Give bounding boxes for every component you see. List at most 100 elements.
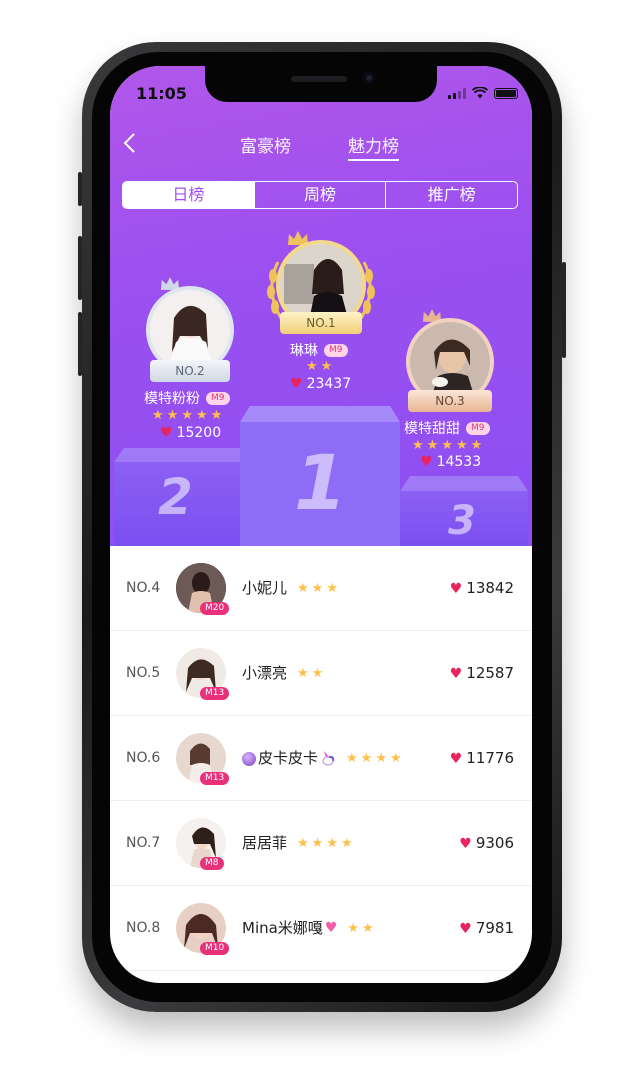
level-badge: M13	[200, 687, 230, 700]
star-icon: ★	[346, 751, 358, 766]
username: 小漂亮	[242, 664, 288, 682]
list-name-group: Mina米娜嘎 ♥ ★ ★	[242, 886, 374, 971]
sparkling-heart-icon: ♥	[324, 920, 338, 936]
speaker	[291, 76, 347, 82]
level-badge: M20	[200, 602, 230, 615]
likes: ♥ 11776	[450, 716, 514, 802]
star-icon: ★	[470, 438, 483, 453]
list-item[interactable]: NO.6 M13 皮卡皮卡 ★ ★ ★ ★ ♥ 11776	[110, 716, 532, 801]
stars: ★ ★	[297, 667, 323, 680]
star-icon: ★	[166, 408, 179, 423]
star-icon: ★	[340, 836, 353, 851]
star-icon: ★	[311, 666, 324, 681]
star-icon: ★	[412, 438, 424, 453]
star-icon: ★	[326, 581, 338, 596]
top-nav: 富豪榜 魅力榜	[110, 126, 532, 166]
star-icon: ★	[297, 836, 309, 851]
wifi-icon	[472, 87, 488, 99]
heart-icon: ♥	[290, 376, 303, 392]
likes-count: 15200	[176, 425, 222, 441]
tab-charm-list[interactable]: 魅力榜	[348, 132, 399, 161]
star-icon: ★	[389, 751, 402, 766]
list-item[interactable]: NO.4 M20 小妮儿 ★ ★ ★ ♥ 13842	[110, 546, 532, 631]
likes-count: 11776	[466, 749, 514, 767]
period-segmented-control: 日榜 周榜 推广榜	[122, 181, 518, 209]
podium-number-3: 3	[448, 498, 476, 544]
status-time: 11:05	[136, 84, 187, 103]
podium-number-1: 1	[294, 438, 347, 527]
segment-daily[interactable]: 日榜	[123, 182, 255, 208]
heart-icon: ♥	[449, 581, 463, 597]
star-icon: ★	[210, 408, 223, 423]
list-item[interactable]: NO.5 M13 小漂亮 ★ ★ ♥ 12587	[110, 631, 532, 716]
power-button	[562, 262, 566, 358]
star-icon: ★	[181, 408, 193, 423]
star-icon: ★	[455, 438, 468, 453]
stars: ★ ★	[347, 922, 373, 935]
likes-count: 23437	[306, 376, 352, 392]
heart-icon: ♥	[459, 836, 472, 852]
username: Mina米娜嘎	[242, 919, 323, 937]
likes: ♥ 7981	[459, 886, 514, 972]
likes: ♥ 13842	[450, 546, 514, 632]
likes-count: 14533	[436, 454, 482, 470]
list-name-group: 小漂亮 ★ ★	[242, 631, 323, 716]
ranking-list: NO.4 M20 小妮儿 ★ ★ ★ ♥ 13842 NO.5 M13 小漂亮 ★ ★ …	[110, 546, 532, 971]
level-badge: M13	[200, 772, 230, 785]
star-icon: ★	[347, 921, 360, 936]
star-icon: ★	[297, 666, 309, 681]
likes-count: 13842	[466, 579, 514, 597]
stars-first: ★ ★	[306, 360, 332, 373]
likes-third: ♥ 14533	[420, 454, 481, 470]
stars: ★ ★ ★	[297, 582, 338, 595]
level-badge: M9	[324, 343, 348, 357]
level-badge: M9	[206, 391, 230, 405]
username: 模特粉粉	[144, 391, 200, 407]
cellular-signal-icon	[448, 87, 466, 99]
stars: ★ ★ ★ ★	[297, 837, 353, 850]
username-group: Mina米娜嘎 ♥	[242, 886, 337, 971]
list-item[interactable]: NO.7 M8 居居菲 ★ ★ ★ ★ ♥ 9306	[110, 801, 532, 886]
battery-icon	[494, 87, 518, 99]
name-row-first: 琳琳 M9	[290, 340, 348, 360]
name-row-second: 模特粉粉 M9	[144, 388, 230, 408]
list-name-group: 居居菲 ★ ★ ★ ★	[242, 801, 353, 886]
star-icon: ★	[441, 438, 453, 453]
segment-weekly[interactable]: 周榜	[255, 182, 387, 208]
segment-promotion[interactable]: 推广榜	[386, 182, 517, 208]
likes-first: ♥ 23437	[290, 376, 351, 392]
chevron-left-icon[interactable]	[122, 132, 146, 156]
podium-number-2: 2	[158, 468, 193, 526]
star-icon: ★	[326, 836, 338, 851]
heart-icon: ♥	[160, 425, 173, 441]
star-icon: ★	[297, 581, 309, 596]
likes-count: 7981	[475, 919, 514, 937]
heart-icon: ♥	[420, 454, 433, 470]
likes-count: 9306	[475, 834, 514, 852]
star-icon: ★	[426, 438, 439, 453]
stars: ★ ★ ★ ★	[346, 752, 402, 765]
star-icon: ★	[362, 921, 374, 936]
level-badge: M10	[200, 942, 230, 955]
star-icon: ★	[311, 836, 324, 851]
rank-ribbon-third: NO.3	[408, 390, 492, 412]
username: 皮卡皮卡	[258, 749, 319, 767]
username-group: 皮卡皮卡	[242, 716, 336, 801]
list-item[interactable]: NO.8 M10 Mina米娜嘎 ♥ ★ ★ ♥ 7981	[110, 886, 532, 971]
username: 小妮儿	[242, 579, 288, 597]
likes-second: ♥ 15200	[160, 425, 221, 441]
stars-second: ★ ★ ★ ★ ★	[152, 409, 222, 422]
list-name-group: 皮卡皮卡 ★ ★ ★ ★	[242, 716, 402, 801]
tab-rich-list[interactable]: 富豪榜	[240, 132, 291, 157]
star-icon: ★	[320, 359, 333, 374]
status-icons	[448, 87, 518, 99]
ranking-header: 2 1 3 11:05 富豪榜 魅力榜 日榜 周榜 推广榜 NO.1 琳琳 M9…	[110, 66, 532, 546]
name-row-third: 模特甜甜 M9	[404, 418, 490, 438]
rank-label: NO.6	[126, 750, 161, 766]
rank-label: NO.4	[126, 580, 161, 596]
username: 模特甜甜	[404, 421, 460, 437]
rank-label: NO.7	[126, 835, 161, 851]
stars-third: ★ ★ ★ ★ ★	[412, 439, 482, 452]
star-icon: ★	[306, 359, 318, 374]
level-badge: M9	[466, 421, 490, 435]
